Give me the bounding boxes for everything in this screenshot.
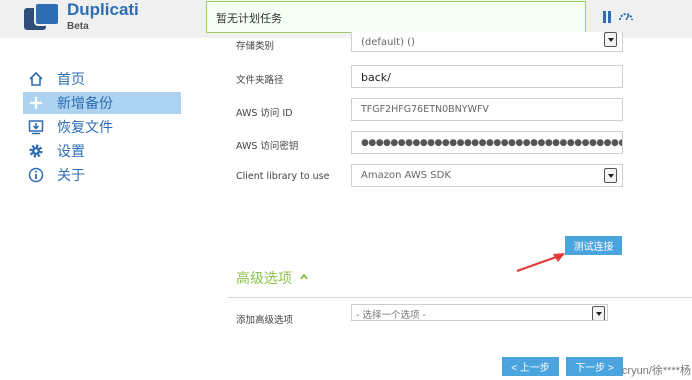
storage-class-value: (default) ()	[361, 37, 415, 48]
sidebar-item-label: 新增备份	[57, 96, 113, 112]
chevron-up-icon[interactable]	[300, 273, 308, 281]
client-library-value: Amazon AWS SDK	[361, 170, 451, 181]
plus-icon	[27, 94, 45, 112]
home-icon	[27, 70, 45, 88]
divider	[228, 297, 692, 298]
folder-path-label: 文件夹路径	[236, 75, 284, 86]
sidebar-item-settings[interactable]: 设置	[23, 140, 181, 162]
advanced-option-select[interactable]: - 选择一个选项 -	[351, 304, 608, 321]
sidebar-item-home[interactable]: 首页	[23, 68, 181, 90]
client-library-select[interactable]: Amazon AWS SDK	[351, 164, 623, 187]
annotation-arrow-icon	[516, 253, 565, 272]
app-title: Duplicati	[67, 0, 139, 19]
aws-key-label: AWS 访问密钥	[236, 141, 299, 152]
chevron-down-icon	[592, 306, 605, 320]
aws-id-label: AWS 访问 ID	[236, 108, 293, 119]
gear-icon	[27, 142, 45, 160]
next-step-button[interactable]: 下一步 >	[566, 357, 623, 376]
throttle-icon[interactable]	[618, 11, 634, 21]
download-icon	[27, 118, 45, 136]
pause-icon[interactable]	[602, 11, 612, 23]
storage-class-select[interactable]: (default) ()	[351, 32, 623, 52]
aws-id-input[interactable]: TFGF2HFG76ETN0BNYWFV	[351, 98, 623, 121]
sidebar-item-label: 恢复文件	[57, 120, 113, 136]
advanced-options-title[interactable]: 高级选项	[236, 268, 292, 288]
client-library-label: Client library to use	[236, 171, 330, 182]
advanced-option-placeholder: - 选择一个选项 -	[356, 310, 426, 321]
duplicati-logo-icon	[24, 2, 60, 36]
chevron-down-icon	[604, 32, 617, 47]
info-icon	[27, 166, 45, 184]
aws-key-input[interactable]: ●●●●●●●●●●●●●●●●●●●●●●●●●●●●●●●●●●●●●●●●…	[351, 131, 623, 154]
chevron-down-icon	[604, 168, 617, 183]
watermark-text: cryun/徐****杨	[621, 365, 691, 377]
folder-path-input[interactable]: back/	[351, 65, 623, 88]
status-bar: 暂无计划任务	[206, 1, 586, 33]
storage-class-label: 存储类别	[236, 41, 275, 52]
sidebar-item-label: 首页	[57, 72, 85, 88]
previous-step-button[interactable]: < 上一步	[502, 357, 559, 376]
app-subtitle: Beta	[67, 21, 89, 32]
add-advanced-label: 添加高级选项	[236, 315, 294, 326]
sidebar-item-add-backup[interactable]: 新增备份	[23, 92, 181, 114]
sidebar-item-label: 设置	[57, 144, 85, 160]
sidebar-item-label: 关于	[57, 168, 85, 184]
sidebar-item-restore[interactable]: 恢复文件	[23, 116, 181, 138]
sidebar-item-about[interactable]: 关于	[23, 164, 181, 186]
status-message: 暂无计划任务	[216, 12, 282, 25]
